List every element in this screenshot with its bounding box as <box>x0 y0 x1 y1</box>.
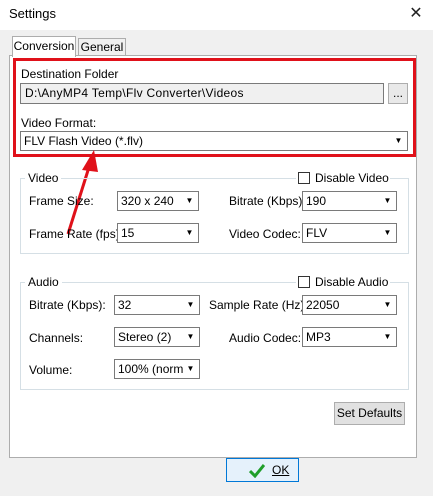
video-bitrate-value: 190 <box>306 194 327 208</box>
frame-rate-label: Frame Rate (fps): <box>29 227 124 241</box>
channels-value: Stereo (2) <box>118 330 172 344</box>
chevron-down-icon: ▼ <box>380 225 395 241</box>
video-bitrate-label: Bitrate (Kbps): <box>229 194 306 208</box>
chevron-down-icon: ▼ <box>380 297 395 313</box>
disable-video-checkbox[interactable] <box>298 172 310 184</box>
chevron-down-icon: ▼ <box>183 297 198 313</box>
audio-bitrate-label: Bitrate (Kbps): <box>29 298 106 312</box>
audio-codec-select[interactable]: MP3 ▼ <box>302 327 397 347</box>
annotation-highlight-box <box>13 58 416 157</box>
video-codec-value: FLV <box>306 226 328 240</box>
ok-label: OK <box>272 463 290 477</box>
window-title: Settings <box>9 6 56 21</box>
disable-video-label: Disable Video <box>315 171 389 185</box>
chevron-down-icon: ▼ <box>182 193 197 209</box>
sample-rate-value: 22050 <box>306 298 340 312</box>
chevron-down-icon: ▼ <box>380 193 395 209</box>
disable-audio-checkbox[interactable] <box>298 276 310 288</box>
chevron-down-icon: ▼ <box>183 329 198 345</box>
sample-rate-label: Sample Rate (Hz): <box>209 298 308 312</box>
audio-codec-label: Audio Codec: <box>229 331 302 345</box>
volume-select[interactable]: 100% (norma ▼ <box>114 359 200 379</box>
frame-rate-select[interactable]: 15 ▼ <box>117 223 199 243</box>
set-defaults-button[interactable]: Set Defaults <box>334 402 405 425</box>
frame-size-select[interactable]: 320 x 240 ▼ <box>117 191 199 211</box>
sample-rate-select[interactable]: 22050 ▼ <box>302 295 397 315</box>
audio-bitrate-value: 32 <box>118 298 132 312</box>
title-bar <box>0 0 433 30</box>
video-bitrate-select[interactable]: 190 ▼ <box>302 191 397 211</box>
checkmark-icon <box>249 464 265 478</box>
disable-audio-label: Disable Audio <box>315 275 389 289</box>
frame-rate-value: 15 <box>121 226 135 240</box>
audio-codec-value: MP3 <box>306 330 331 344</box>
video-codec-select[interactable]: FLV ▼ <box>302 223 397 243</box>
channels-select[interactable]: Stereo (2) ▼ <box>114 327 200 347</box>
tab-conversion[interactable]: Conversion <box>12 36 76 57</box>
chevron-down-icon: ▼ <box>380 329 395 345</box>
volume-label: Volume: <box>29 363 73 377</box>
frame-size-label: Frame Size: <box>29 194 94 208</box>
audio-group-legend: Audio <box>25 275 62 289</box>
video-group-legend: Video <box>25 171 62 185</box>
chevron-down-icon: ▼ <box>182 225 197 241</box>
audio-bitrate-select[interactable]: 32 ▼ <box>114 295 200 315</box>
ok-button[interactable]: OK <box>226 458 299 482</box>
chevron-down-icon: ▼ <box>183 361 198 377</box>
video-codec-label: Video Codec: <box>229 227 301 241</box>
tab-general[interactable]: General <box>78 38 126 55</box>
close-icon[interactable]: ✕ <box>404 2 428 26</box>
volume-value: 100% (norma <box>118 362 191 376</box>
channels-label: Channels: <box>29 331 84 345</box>
frame-size-value: 320 x 240 <box>121 194 174 208</box>
